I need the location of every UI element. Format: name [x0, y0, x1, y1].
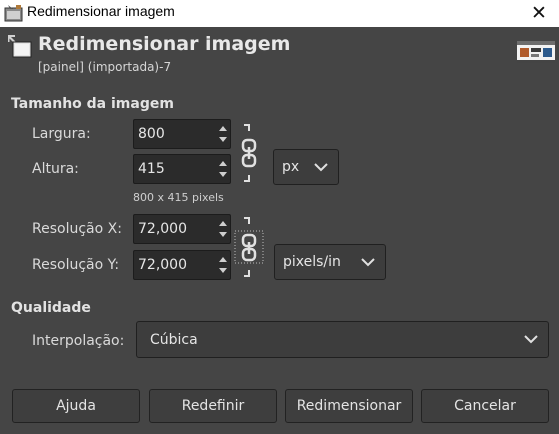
- scale-image-icon: [8, 35, 32, 58]
- gimp-app-icon: [4, 5, 23, 22]
- resolution-x-field[interactable]: 72,000: [133, 214, 231, 244]
- increment-icon[interactable]: [219, 126, 227, 131]
- close-icon[interactable]: ✕: [527, 1, 551, 25]
- size-unit-value: px: [282, 159, 300, 175]
- cancel-button[interactable]: Cancelar: [421, 389, 549, 423]
- help-button[interactable]: Ajuda: [12, 389, 140, 423]
- quality-section-title: Qualidade: [11, 300, 91, 316]
- width-stepper[interactable]: [214, 120, 230, 148]
- decrement-icon[interactable]: [219, 232, 227, 237]
- height-field[interactable]: 415: [133, 154, 231, 184]
- resolution-chain-link-icon[interactable]: [234, 214, 264, 280]
- height-value: 415: [138, 161, 165, 177]
- height-label: Altura:: [32, 161, 79, 177]
- chevron-down-icon: [314, 163, 328, 172]
- resolution-x-stepper[interactable]: [214, 215, 230, 243]
- image-thumbnail: [517, 41, 555, 63]
- image-size-section-title: Tamanho da imagem: [11, 96, 174, 112]
- interpolation-dropdown[interactable]: Cúbica: [136, 321, 549, 358]
- size-info: 800 x 415 pixels: [133, 191, 224, 204]
- increment-icon[interactable]: [219, 161, 227, 166]
- resolution-y-label: Resolução Y:: [32, 257, 120, 273]
- window-titlebar: Redimensionar imagem ✕: [0, 0, 559, 27]
- dialog-title: Redimensionar imagem: [38, 33, 291, 55]
- chain-link-icon[interactable]: [238, 122, 260, 184]
- resolution-x-value: 72,000: [138, 221, 187, 237]
- resize-button[interactable]: Redimensionar: [285, 389, 413, 423]
- reset-button[interactable]: Redefinir: [149, 389, 277, 423]
- decrement-icon[interactable]: [219, 268, 227, 273]
- increment-icon[interactable]: [219, 221, 227, 226]
- decrement-icon[interactable]: [219, 137, 227, 142]
- chevron-down-icon: [361, 258, 375, 267]
- resolution-unit-value: pixels/in: [283, 254, 341, 270]
- decrement-icon[interactable]: [219, 172, 227, 177]
- interpolation-value: Cúbica: [150, 332, 198, 348]
- chevron-down-icon: [524, 335, 538, 344]
- window-title: Redimensionar imagem: [27, 3, 175, 19]
- resolution-y-value: 72,000: [138, 257, 187, 273]
- height-stepper[interactable]: [214, 155, 230, 183]
- dialog-header: Redimensionar imagem [painel] (importada…: [0, 27, 559, 79]
- interpolation-label: Interpolação:: [32, 333, 125, 349]
- resolution-unit-dropdown[interactable]: pixels/in: [274, 244, 386, 280]
- resolution-y-stepper[interactable]: [214, 251, 230, 279]
- resolution-x-label: Resolução X:: [32, 221, 122, 237]
- width-field[interactable]: 800: [133, 119, 231, 149]
- resolution-y-field[interactable]: 72,000: [133, 250, 231, 280]
- width-value: 800: [138, 126, 165, 142]
- image-name: [painel] (importada)-7: [38, 60, 172, 74]
- size-unit-dropdown[interactable]: px: [273, 149, 339, 185]
- increment-icon[interactable]: [219, 257, 227, 262]
- width-label: Largura:: [32, 126, 91, 142]
